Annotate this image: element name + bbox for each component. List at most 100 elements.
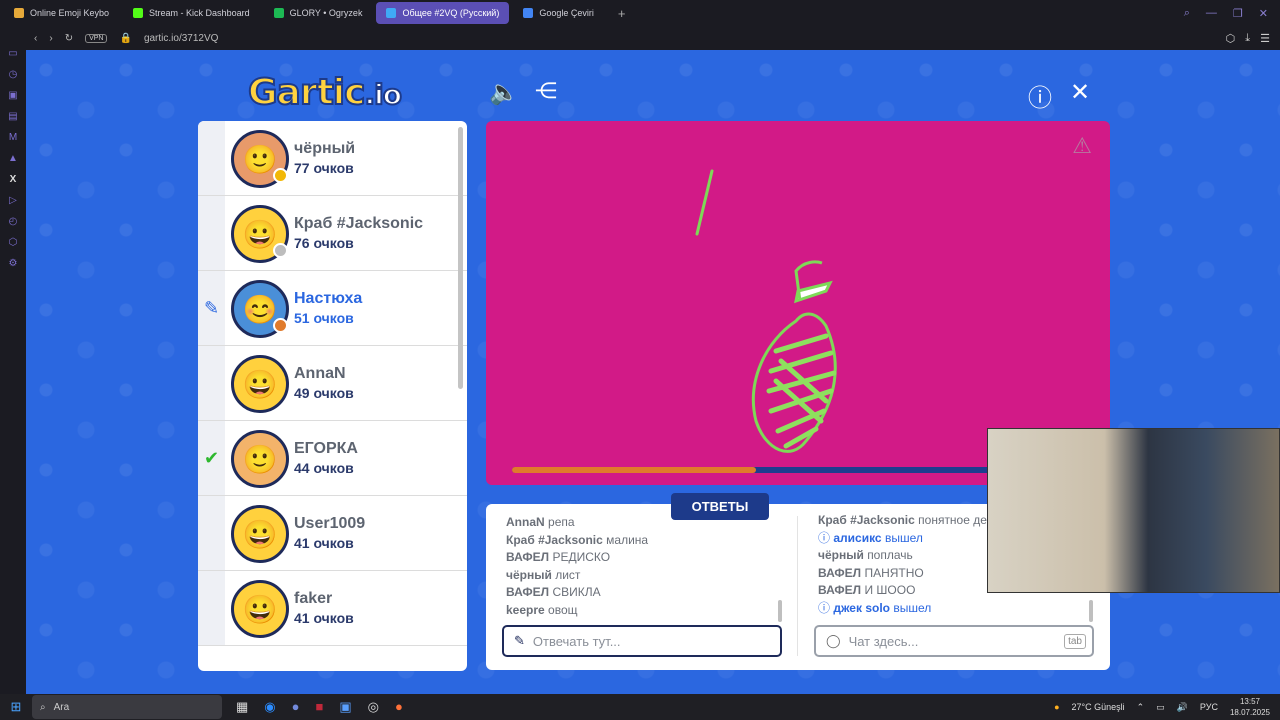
browser-tab[interactable]: Общее #2VQ (Русский) bbox=[376, 2, 510, 24]
message-text: вышел bbox=[884, 530, 923, 545]
app-window-icon[interactable]: ▣ bbox=[339, 699, 351, 715]
chat-input[interactable]: ◯ Чат здесь... tab bbox=[814, 625, 1094, 657]
player-info: Настюха 51 очков bbox=[294, 290, 362, 326]
url-text[interactable]: gartic.io/3712VQ bbox=[144, 33, 219, 44]
wallet-icon[interactable]: ▣ bbox=[8, 90, 17, 101]
vpn-badge[interactable]: VPN bbox=[85, 33, 108, 43]
settings-icon[interactable]: ⚙ bbox=[9, 258, 18, 269]
language-indicator[interactable]: РУС bbox=[1200, 702, 1218, 712]
message-author: Краб #Jacksonic bbox=[506, 532, 603, 547]
browser-tab[interactable]: GLORY • Ogryzek bbox=[264, 2, 373, 24]
message-author: keepre bbox=[506, 602, 545, 617]
mail-icon[interactable]: M bbox=[9, 132, 17, 143]
avatar: 🙂 bbox=[231, 130, 289, 188]
player-row[interactable]: ✔ 🙂 ЕГОРКА 44 очков bbox=[198, 421, 467, 496]
chat-divider bbox=[797, 516, 798, 656]
player-badge-dot bbox=[273, 318, 288, 333]
round-timer-fill bbox=[512, 467, 756, 473]
minimize-icon[interactable]: — bbox=[1206, 7, 1217, 20]
avatar-face-icon: 😀 bbox=[242, 593, 278, 625]
sound-icon[interactable]: 🔈 bbox=[489, 78, 519, 107]
avatar-face-icon: 😀 bbox=[242, 218, 278, 250]
back-icon[interactable]: ‹ bbox=[34, 33, 37, 44]
player-status bbox=[198, 196, 225, 270]
tab-favicon-icon bbox=[386, 8, 397, 18]
player-row[interactable]: 😀 AnnaN 49 очков bbox=[198, 346, 467, 421]
browser-tab[interactable]: Online Emoji Keybo bbox=[4, 2, 119, 24]
messenger-icon[interactable]: ▭ bbox=[8, 48, 17, 59]
player-row[interactable]: ✎ 😊 Настюха 51 очков bbox=[198, 271, 467, 346]
box-icon[interactable]: ⬡ bbox=[9, 237, 18, 248]
menu-icon[interactable]: ☰ bbox=[1260, 32, 1270, 45]
player-row[interactable]: 🙂 чёрный 77 очков bbox=[198, 121, 467, 196]
tab-list: Online Emoji Keybo Stream - Kick Dashboar… bbox=[0, 2, 604, 24]
info-icon[interactable]: ⓘ bbox=[1028, 78, 1052, 113]
play-icon[interactable]: ▷ bbox=[9, 195, 17, 206]
clock-icon[interactable]: ◴ bbox=[9, 216, 18, 227]
close-icon[interactable]: ✕ bbox=[1070, 78, 1090, 107]
task-view-icon[interactable]: ▦ bbox=[236, 699, 248, 715]
player-score: 51 очков bbox=[294, 310, 354, 326]
message-author: чёрный bbox=[506, 567, 552, 582]
message-text: понятное де bbox=[918, 513, 987, 527]
message-author: джек solo bbox=[833, 600, 890, 615]
player-status bbox=[198, 346, 225, 420]
download-icon[interactable]: ⤓ bbox=[1245, 32, 1250, 45]
extensions-icon[interactable]: ⬡ bbox=[1226, 32, 1236, 45]
outlook-icon[interactable]: ◉ bbox=[264, 699, 275, 715]
firefox-icon[interactable]: ● bbox=[395, 699, 403, 715]
player-row[interactable]: 😀 faker 41 очков bbox=[198, 571, 467, 646]
x-icon[interactable]: X bbox=[10, 174, 17, 185]
player-info: чёрный 77 очков bbox=[294, 140, 355, 176]
gartic-logo[interactable]: Gartic.io bbox=[247, 71, 403, 114]
player-row[interactable]: 😀 User1009 41 очков bbox=[198, 496, 467, 571]
share-icon[interactable]: ⋲ bbox=[535, 78, 557, 104]
chat-message: ВАФЕЛ РЕДИСКО bbox=[506, 549, 648, 567]
answer-input[interactable]: ✎ Отвечать тут... bbox=[502, 625, 782, 657]
player-status bbox=[198, 496, 225, 570]
aria-icon[interactable]: ▲ bbox=[8, 153, 18, 164]
chat-message: ВАФЕЛ И ШООО bbox=[818, 582, 987, 600]
reload-icon[interactable]: ↻ bbox=[65, 33, 73, 44]
new-tab-button[interactable]: + bbox=[618, 6, 626, 21]
tray-chevron-icon[interactable]: ⌃ bbox=[1137, 702, 1145, 713]
windows-start-icon[interactable]: ⊞ bbox=[0, 699, 32, 715]
volume-icon[interactable]: 🔊 bbox=[1177, 702, 1188, 713]
clock[interactable]: 13:57 18.07.2025 bbox=[1230, 696, 1270, 718]
tab-label: Google Çeviri bbox=[539, 8, 594, 18]
info-small-icon: ⓘ bbox=[818, 530, 834, 545]
browser-tab[interactable]: Google Çeviri bbox=[513, 2, 604, 24]
weather-text[interactable]: 27°C Güneşli bbox=[1072, 702, 1125, 712]
tab-hint: tab bbox=[1064, 633, 1086, 649]
player-score: 49 очков bbox=[294, 385, 354, 401]
player-row[interactable]: 😀 Краб #Jacksonic 76 очков bbox=[198, 196, 467, 271]
taskbar-search-text: Ara bbox=[53, 701, 70, 713]
player-status bbox=[198, 571, 225, 645]
player-status bbox=[198, 121, 225, 195]
avatar: 😀 bbox=[231, 580, 289, 638]
player-name: User1009 bbox=[294, 515, 366, 532]
app-red-icon[interactable]: ■ bbox=[316, 699, 324, 715]
browser-sidebar: ▭ ◷ ▣ ▤ M ▲ X ▷ ◴ ⬡ ⚙ bbox=[0, 26, 26, 694]
tab-label: Online Emoji Keybo bbox=[30, 8, 110, 18]
message-text: РЕДИСКО bbox=[552, 550, 611, 564]
chat-message: Краб #Jacksonic малина bbox=[506, 532, 648, 550]
obs-icon[interactable]: ◎ bbox=[368, 699, 379, 715]
chat-bubble-icon: ◯ bbox=[826, 633, 841, 648]
network-icon[interactable]: ▭ bbox=[1156, 702, 1165, 713]
chat-scrollbar[interactable] bbox=[1089, 600, 1093, 622]
maximize-icon[interactable]: ❐ bbox=[1233, 7, 1243, 20]
search-tabs-icon[interactable]: ⌕ bbox=[1184, 7, 1190, 20]
browser-tab[interactable]: Stream - Kick Dashboard bbox=[123, 2, 260, 24]
forward-icon[interactable]: › bbox=[49, 33, 52, 44]
players-scrollbar[interactable] bbox=[458, 127, 463, 389]
answers-tab[interactable]: ОТВЕТЫ bbox=[671, 493, 769, 520]
drawing-pencil-icon: ✎ bbox=[198, 271, 225, 345]
history-icon[interactable]: ◷ bbox=[9, 69, 18, 80]
player-icon[interactable]: ▤ bbox=[8, 111, 17, 122]
discord-icon[interactable]: ● bbox=[292, 699, 300, 715]
taskbar-search[interactable]: ⌕ Ara bbox=[32, 695, 222, 719]
info-small-icon: ⓘ bbox=[818, 600, 834, 615]
close-window-icon[interactable]: ✕ bbox=[1259, 7, 1268, 20]
answers-scrollbar[interactable] bbox=[778, 600, 782, 622]
